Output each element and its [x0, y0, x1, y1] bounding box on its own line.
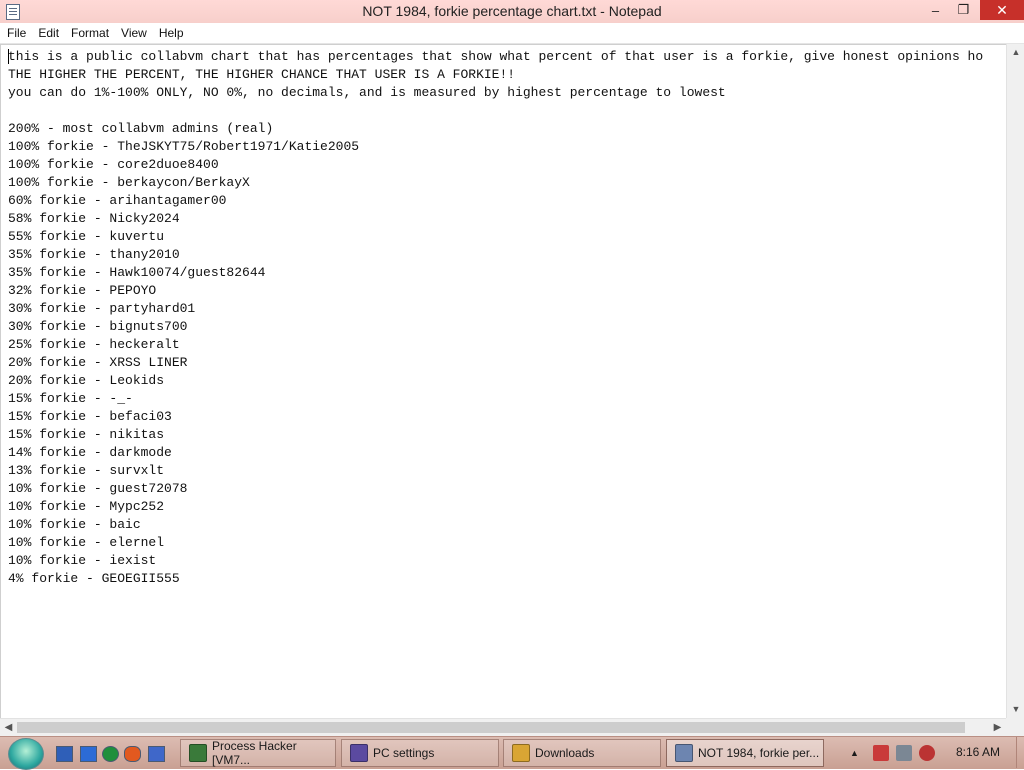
action-center-flag-icon[interactable]	[872, 745, 889, 761]
task-label: Process Hacker [VM7...	[212, 739, 297, 767]
scroll-left-arrow-icon[interactable]: ◀	[0, 719, 17, 737]
show-hidden-icons-arrow-icon[interactable]: ▲	[850, 748, 859, 758]
quicklaunch-explorer-icon[interactable]	[80, 746, 97, 762]
text-line[interactable]: 10% forkie - Mypc252	[8, 498, 983, 516]
text-line[interactable]: 20% forkie - XRSS LINER	[8, 354, 983, 372]
restore-button[interactable]: ❐	[950, 0, 977, 20]
notepad-icon	[675, 744, 693, 762]
menu-file[interactable]: File	[0, 23, 32, 43]
text-line[interactable]	[8, 102, 983, 120]
text-line[interactable]: 30% forkie - bignuts700	[8, 318, 983, 336]
text-line[interactable]: this is a public collabvm chart that has…	[8, 48, 983, 66]
menu-edit[interactable]: Edit	[32, 23, 65, 43]
network-icon[interactable]	[895, 745, 912, 761]
quicklaunch-firefox-icon[interactable]	[124, 746, 141, 762]
text-line[interactable]: 55% forkie - kuvertu	[8, 228, 983, 246]
quicklaunch-shield-icon[interactable]	[102, 746, 119, 762]
text-line[interactable]: 100% forkie - berkaycon/BerkayX	[8, 174, 983, 192]
text-line[interactable]: 4% forkie - GEOEGII555	[8, 570, 983, 588]
document-text[interactable]: this is a public collabvm chart that has…	[8, 48, 983, 588]
text-line[interactable]: 32% forkie - PEPOYO	[8, 282, 983, 300]
close-button[interactable]: ✕	[980, 0, 1024, 20]
text-line[interactable]: 35% forkie - Hawk10074/guest82644	[8, 264, 983, 282]
text-line[interactable]: 14% forkie - darkmode	[8, 444, 983, 462]
text-line[interactable]: 60% forkie - arihantagamer00	[8, 192, 983, 210]
scroll-up-arrow-icon[interactable]: ▲	[1007, 44, 1024, 61]
text-line[interactable]: 20% forkie - Leokids	[8, 372, 983, 390]
text-line[interactable]: 30% forkie - partyhard01	[8, 300, 983, 318]
task-label: PC settings	[373, 746, 435, 760]
horizontal-scrollbar[interactable]: ◀ ▶	[0, 718, 1006, 737]
taskbar: Process Hacker [VM7... PC settings Downl…	[0, 736, 1024, 770]
text-line[interactable]: 13% forkie - survxlt	[8, 462, 983, 480]
show-desktop-button[interactable]	[1016, 737, 1024, 768]
folder-icon	[512, 744, 530, 762]
text-line[interactable]: 58% forkie - Nicky2024	[8, 210, 983, 228]
process-hacker-icon	[189, 744, 207, 762]
volume-muted-icon[interactable]	[918, 745, 935, 761]
text-caret	[8, 49, 9, 64]
quicklaunch-desktop-icon[interactable]	[56, 746, 73, 762]
text-line[interactable]: 100% forkie - TheJSKYT75/Robert1971/Kati…	[8, 138, 983, 156]
task-notepad[interactable]: NOT 1984, forkie per...	[666, 739, 824, 767]
text-line[interactable]: 15% forkie - nikitas	[8, 426, 983, 444]
text-line[interactable]: THE HIGHER THE PERCENT, THE HIGHER CHANC…	[8, 66, 983, 84]
text-line[interactable]: 200% - most collabvm admins (real)	[8, 120, 983, 138]
text-line[interactable]: 15% forkie - -_-	[8, 390, 983, 408]
vertical-scrollbar[interactable]: ▲ ▼	[1006, 44, 1024, 718]
start-button-icon[interactable]	[8, 738, 44, 770]
task-pc-settings[interactable]: PC settings	[341, 739, 499, 767]
quicklaunch-network-icon[interactable]	[148, 746, 165, 762]
text-line[interactable]: 15% forkie - befaci03	[8, 408, 983, 426]
text-line[interactable]: 10% forkie - elernel	[8, 534, 983, 552]
taskbar-clock[interactable]: 8:16 AM	[956, 745, 1000, 759]
task-label: Downloads	[535, 746, 595, 760]
menu-format[interactable]: Format	[65, 23, 115, 43]
title-bar[interactable]: NOT 1984, forkie percentage chart.txt - …	[0, 0, 1024, 24]
task-downloads[interactable]: Downloads	[503, 739, 661, 767]
text-line[interactable]: you can do 1%-100% ONLY, NO 0%, no decim…	[8, 84, 983, 102]
text-line[interactable]: 10% forkie - guest72078	[8, 480, 983, 498]
text-line[interactable]: 10% forkie - iexist	[8, 552, 983, 570]
menu-help[interactable]: Help	[153, 23, 190, 43]
text-line[interactable]: 25% forkie - heckeralt	[8, 336, 983, 354]
text-line[interactable]: 100% forkie - core2duoe8400	[8, 156, 983, 174]
task-label: NOT 1984, forkie per...	[698, 746, 820, 760]
menu-bar: File Edit Format View Help	[0, 23, 1024, 44]
scrollbar-corner	[1006, 718, 1024, 736]
menu-view[interactable]: View	[115, 23, 153, 43]
window-title: NOT 1984, forkie percentage chart.txt - …	[362, 3, 662, 19]
minimize-button[interactable]: –	[922, 0, 949, 20]
text-line[interactable]: 35% forkie - thany2010	[8, 246, 983, 264]
settings-gear-icon	[350, 744, 368, 762]
text-editor[interactable]: this is a public collabvm chart that has…	[0, 44, 1007, 719]
system-tray: ▲	[850, 739, 942, 767]
task-process-hacker[interactable]: Process Hacker [VM7...	[180, 739, 336, 767]
text-line[interactable]: 10% forkie - baic	[8, 516, 983, 534]
horizontal-scroll-thumb[interactable]	[17, 722, 965, 733]
scroll-right-arrow-icon[interactable]: ▶	[989, 719, 1006, 737]
scroll-down-arrow-icon[interactable]: ▼	[1007, 701, 1024, 718]
